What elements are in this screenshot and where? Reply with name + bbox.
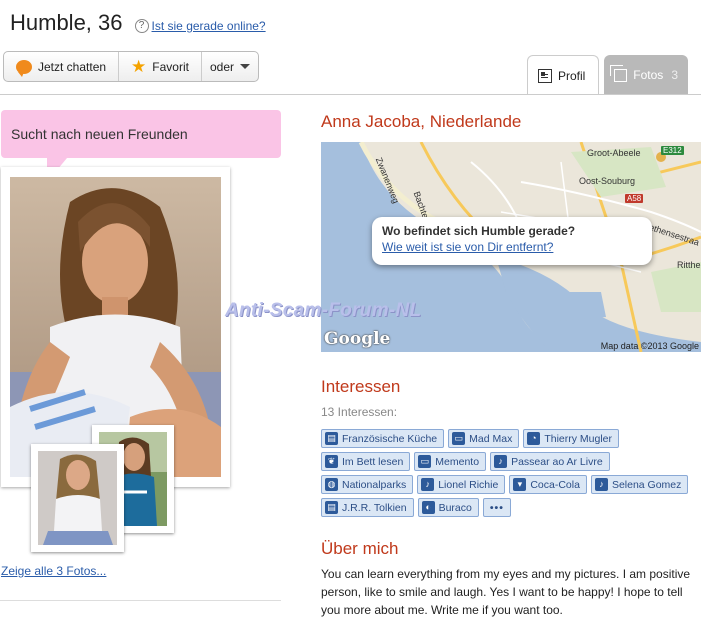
interests-title: Interessen — [321, 377, 401, 396]
interest-tag[interactable]: ♪ Lionel Richie — [417, 475, 506, 494]
profile-doc-icon — [538, 68, 552, 83]
cards-icon: ◐ — [421, 501, 435, 514]
guitar-icon: ♪ — [494, 455, 508, 468]
interest-tag[interactable]: ❦ Im Bett lesen — [321, 452, 411, 471]
tab-divider — [0, 94, 701, 95]
book-icon: ▤ — [325, 432, 338, 445]
favorite-button-label: Favorit — [152, 59, 189, 74]
chat-button[interactable]: Jetzt chatten — [4, 52, 120, 81]
favorite-button[interactable]: ★ Favorit — [119, 52, 202, 81]
cup-icon: ▾ — [513, 478, 527, 491]
about-title: Über mich — [321, 539, 399, 558]
interest-tag-label: Memento — [435, 455, 480, 468]
star-icon: ★ — [131, 57, 147, 76]
interest-tag-label: Buraco — [438, 501, 472, 514]
photo-thumbnail-1[interactable] — [31, 444, 124, 552]
interest-tag[interactable]: ▭ Mad Max — [448, 429, 520, 448]
tab-profil-label: Profil — [558, 68, 586, 83]
music-note-icon: ♪ — [594, 478, 608, 491]
photos-icon — [609, 64, 628, 82]
interest-tag-label: Lionel Richie — [438, 478, 499, 491]
leaf-icon: ❦ — [325, 455, 338, 468]
interest-tag[interactable]: ▭ Memento — [414, 452, 487, 471]
show-all-photos-link[interactable]: Zeige alle 3 Fotos... — [1, 564, 106, 578]
interests-tag-list: ▤ Französische Küche ▭ Mad Max ◔ Thierry Mu… — [321, 429, 691, 517]
map-popup-question: Wo befindet sich Humble gerade? — [382, 224, 576, 238]
tab-profil[interactable]: Profil — [527, 55, 599, 95]
interest-tag-label: Französische Küche — [342, 432, 438, 445]
interest-tag-label: J.R.R. Tolkien — [342, 501, 407, 514]
interest-tag-label: Mad Max — [469, 432, 513, 445]
interest-tag-label: Nationalparks — [342, 478, 407, 491]
interest-tag[interactable]: ▾ Coca-Cola — [509, 475, 587, 494]
chevron-down-icon — [240, 64, 251, 69]
road-sign: A58 — [625, 194, 644, 203]
more-interests-button[interactable]: ••• — [482, 498, 511, 517]
globe-icon: ◍ — [325, 478, 338, 491]
interest-tag-label: Coca-Cola — [530, 478, 580, 491]
tab-fotos-count: 3 — [671, 68, 678, 82]
map-info-popup: Wo befindet sich Humble gerade? Wie weit… — [372, 217, 652, 265]
about-text: You can learn everything from my eyes an… — [321, 567, 691, 617]
chat-button-label: Jetzt chatten — [38, 59, 107, 74]
book-icon: ▤ — [325, 501, 338, 514]
online-status-link-wrap[interactable]: ? Ist sie gerade online? — [134, 17, 266, 35]
online-status-link[interactable]: Ist sie gerade online? — [152, 19, 266, 33]
interests-count: 13 Interessen: — [321, 405, 398, 419]
music-note-icon: ♪ — [421, 478, 435, 491]
interest-tag[interactable]: ◍ Nationalparks — [321, 475, 414, 494]
google-logo: Google — [324, 329, 391, 349]
profile-header: Humble, 36 ? Ist sie gerade online? — [10, 10, 266, 36]
interest-tag[interactable]: ♪ Selena Gomez — [590, 475, 689, 494]
more-actions-dropdown[interactable]: oder — [202, 52, 258, 81]
interest-tag[interactable]: ◔ Thierry Mugler — [523, 429, 620, 448]
thumbnail-image — [38, 451, 117, 545]
perfume-icon: ◔ — [527, 432, 541, 445]
question-icon[interactable]: ? — [134, 18, 149, 33]
map-label-town: Ritthe — [677, 260, 701, 270]
map-label-town: Groot-Abeele — [587, 148, 641, 158]
chat-bubble-icon — [16, 59, 32, 77]
interest-tag-label: Im Bett lesen — [342, 455, 404, 468]
more-actions-label: oder — [209, 59, 235, 74]
map-label-town: Oost-Souburg — [579, 176, 636, 186]
tv-icon: ▭ — [418, 455, 432, 468]
tab-fotos-label: Fotos — [633, 68, 664, 82]
map-copyright: Map data ©2013 Google — [600, 341, 699, 351]
interest-tag[interactable]: ♪ Passear ao Ar Livre — [490, 452, 610, 471]
interest-tag[interactable]: ◐ Buraco — [417, 498, 479, 517]
divider — [0, 600, 281, 601]
road-sign: E312 — [661, 146, 684, 155]
interest-tag-label: Thierry Mugler — [544, 432, 613, 445]
profile-name-age: Humble, 36 — [10, 10, 123, 35]
status-bubble: Sucht nach neuen Freunden — [1, 110, 281, 182]
location-heading: Anna Jacoba, Niederlande — [321, 112, 522, 131]
tv-icon: ▭ — [452, 432, 466, 445]
tab-fotos[interactable]: Fotos 3 — [604, 55, 688, 95]
interest-tag[interactable]: ▤ Französische Küche — [321, 429, 445, 448]
interest-tag[interactable]: ▤ J.R.R. Tolkien — [321, 498, 414, 517]
distance-link[interactable]: Wie weit ist sie von Dir entfernt? — [382, 240, 642, 254]
watermark-text: Anti-Scam-Forum-NL — [225, 300, 422, 321]
interest-tag-label: Selena Gomez — [611, 478, 682, 491]
action-button-bar: Jetzt chatten ★ Favorit oder — [3, 51, 260, 82]
interest-tag-label: Passear ao Ar Livre — [511, 455, 603, 468]
